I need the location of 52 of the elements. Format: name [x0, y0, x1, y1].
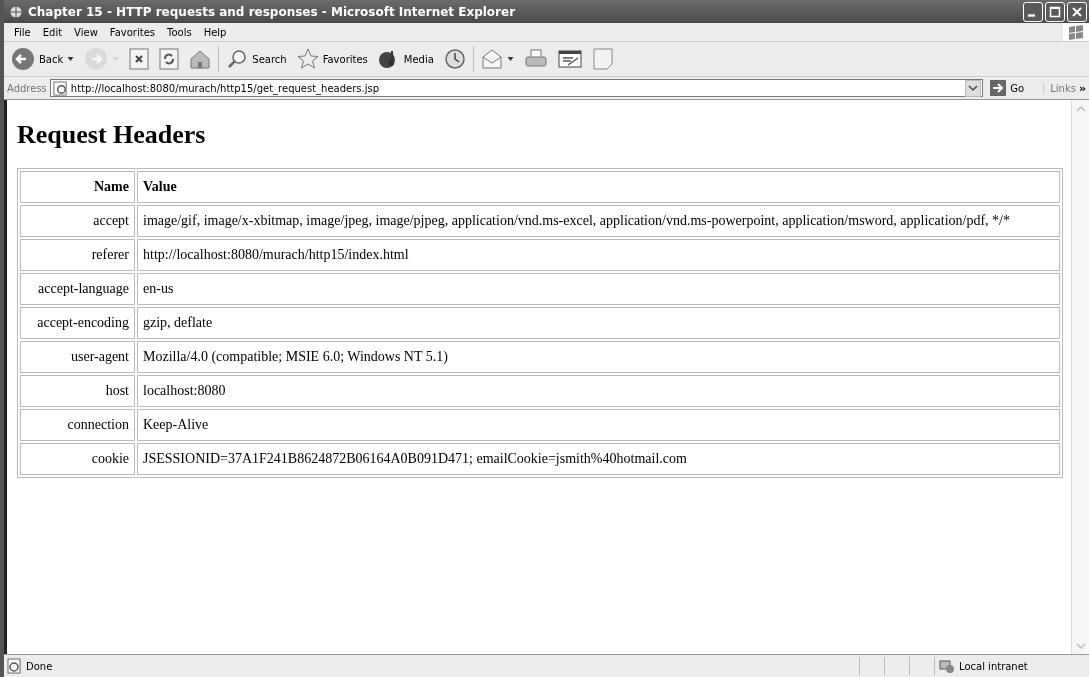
menu-item[interactable]: Tools [161, 26, 198, 38]
header-value-cell: localhost:8080 [137, 375, 1060, 407]
page-icon [6, 658, 22, 674]
menu-item[interactable]: View [68, 26, 104, 38]
header-name-cell: accept-language [20, 273, 135, 305]
header-value-cell: Mozilla/4.0 (compatible; MSIE 6.0; Windows NT 5.1) [137, 341, 1060, 373]
search-button[interactable]: Search [223, 46, 290, 72]
back-button[interactable]: Back [8, 45, 78, 73]
arrow-icon [990, 80, 1007, 96]
header-name-cell: accept-encoding [20, 307, 135, 339]
menu-item[interactable]: File [8, 26, 37, 38]
windows-logo-icon [1063, 23, 1089, 41]
header-name-cell: user-agent [20, 341, 135, 373]
close-icon [1070, 4, 1084, 19]
header-value-cell: JSESSIONID=37A1F241B8624872B06164A0B091D471; emailCookie=jsmith%40hotmail.com [137, 443, 1060, 475]
caret-icon[interactable] [506, 57, 514, 61]
window-title: Chapter 15 - HTTP requests and responses - Microsoft Internet Explorer [28, 4, 517, 19]
header-value-cell: gzip, deflate [137, 307, 1060, 339]
menu-item[interactable]: Edit [36, 26, 69, 38]
menu-item[interactable]: Favorites [103, 26, 161, 38]
header-name-cell: accept [20, 205, 135, 237]
page-icon [52, 80, 68, 96]
favorites-button[interactable]: Favorites [293, 46, 371, 72]
star-icon [296, 48, 319, 70]
links-label[interactable]: Links [1043, 82, 1076, 94]
address-label: Address [7, 82, 47, 94]
header-value-cell: http://localhost:8080/murach/http15/index.html [137, 239, 1060, 271]
search-icon [226, 48, 249, 70]
column-header: Name [20, 171, 135, 203]
zone-text: Local intranet [959, 660, 1028, 672]
maximize-button[interactable] [1045, 1, 1065, 22]
page-heading: Request Headers [17, 120, 207, 150]
header-value-cell: image/gif, image/x-xbitmap, image/jpeg, image/pjpeg, application/vnd.ms-excel, application/vnd.ms-powerpoint, application/msword, application/pdf, */* [137, 205, 1060, 237]
header-name-cell: referer [20, 239, 135, 271]
caret-icon[interactable] [67, 57, 75, 61]
column-header: Value [137, 171, 1060, 203]
header-name-cell: host [20, 375, 135, 407]
minimize-button[interactable] [1023, 1, 1043, 22]
menu-item[interactable]: Help [197, 26, 233, 38]
go-button[interactable]: Go [986, 80, 1041, 96]
more-chevron[interactable]: » [1078, 81, 1086, 95]
status-text: Done [26, 660, 53, 672]
globe-page-icon [8, 3, 24, 20]
media-button[interactable]: Media [374, 46, 437, 72]
header-value-cell: Keep-Alive [137, 409, 1060, 441]
close-button[interactable] [1067, 1, 1087, 22]
header-value-cell: en-us [137, 273, 1060, 305]
header-name-cell: cookie [20, 443, 135, 475]
header-name-cell: connection [20, 409, 135, 441]
minimize-icon [1027, 14, 1035, 17]
maximize-icon [1048, 4, 1062, 19]
address-field[interactable]: http://localhost:8080/murach/http15/get_request_headers.jsp [49, 79, 984, 97]
